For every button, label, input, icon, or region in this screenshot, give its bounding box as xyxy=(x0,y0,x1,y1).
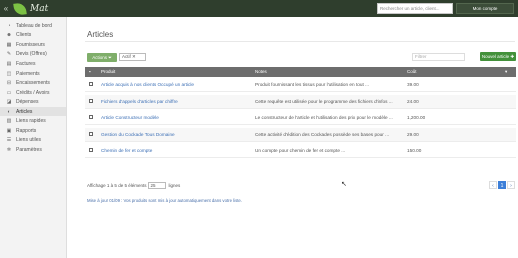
footer-note: Mise à jour 01/09 : Vos produits sont mi… xyxy=(87,198,243,203)
cost-cell: 39.00 xyxy=(407,82,419,87)
sidebar-item-paiements[interactable]: ◫ Paiements xyxy=(0,69,66,79)
column-header-product[interactable]: Produit xyxy=(101,67,115,77)
notes-cell: Cette activité d'édition des Cockades po… xyxy=(255,131,390,137)
table-row[interactable]: Article acquis à nos clients Occupé un a… xyxy=(85,78,516,92)
filter-input[interactable]: Filtrer xyxy=(412,53,465,61)
link-icon: ▥ xyxy=(6,118,12,125)
cost-cell: 1,200.00 xyxy=(407,115,426,120)
collapse-sidebar-button[interactable]: « xyxy=(0,0,12,17)
per-page-suffix: lignes xyxy=(168,183,181,188)
column-header-notes[interactable]: Notes xyxy=(255,67,267,77)
sidebar-item-articles[interactable]: ◐ Articles xyxy=(0,106,66,117)
sidebar-item-d-penses[interactable]: ◪ Dépenses xyxy=(0,97,66,107)
column-header-cost[interactable]: Coût xyxy=(407,67,417,77)
sidebar-item-label: Paramètres xyxy=(16,146,42,153)
table-row[interactable]: Article Constructeur modèle Le constructe… xyxy=(85,111,516,125)
table-row[interactable]: Fichiers d'appels d'articles par chiffre… xyxy=(85,94,516,109)
notes-cell: Le constructeur de l'article et l'utilis… xyxy=(255,115,393,120)
sidebar-item-label: Articles xyxy=(16,108,33,115)
sidebar-item-fournisseurs[interactable]: ▦ Fournisseurs xyxy=(0,40,66,50)
sidebar-item-cr-dits-avoirs[interactable]: ▭ Crédits / Avoirs xyxy=(0,88,66,98)
app-logo[interactable]: Mat xyxy=(13,1,49,16)
cash-icon: ⊟ xyxy=(6,80,12,87)
credit-icon: ▭ xyxy=(6,89,12,96)
product-link[interactable]: Chemin de fer et compte xyxy=(101,144,152,158)
sidebar-item-label: Paiements xyxy=(16,70,40,77)
sidebar-item-clients[interactable]: ☻ Clients xyxy=(0,31,66,41)
pager-next-button[interactable]: › xyxy=(507,181,515,189)
select-all-checkbox[interactable]: ▪ xyxy=(89,67,91,77)
quote-icon: ✎ xyxy=(6,51,12,58)
top-bar: « Mat Rechercher un article, client... M… xyxy=(0,0,518,17)
actions-button[interactable]: Actions ⏷ xyxy=(87,53,117,62)
sidebar-item-label: Liens utiles xyxy=(16,137,42,144)
sidebar-item-liens-rapides[interactable]: ▥ Liens rapides xyxy=(0,116,66,126)
leaf-logo-icon xyxy=(13,1,27,16)
notes-cell: Produit fournissant les tissus pour l'ut… xyxy=(255,82,369,87)
user-menu-button[interactable]: Mon compte xyxy=(456,3,514,14)
sidebar-item-param-tres[interactable]: ✲ Paramètres xyxy=(0,145,66,155)
active-filter-tag[interactable]: Actif ✕ xyxy=(119,53,146,61)
row-checkbox[interactable] xyxy=(89,115,93,119)
pagination: ‹ 1 › xyxy=(488,181,515,189)
cost-cell: 29.00 xyxy=(407,131,419,137)
app-name: Mat xyxy=(30,3,49,14)
sidebar-item-devis-offres[interactable]: ✎ Devis (Offres) xyxy=(0,50,66,60)
main-content: Articles Actions ⏷ Actif ✕ Filtrer Nouve… xyxy=(67,17,518,258)
row-checkbox[interactable] xyxy=(89,82,93,86)
notes-cell: Cette requête est utilisée pour le progr… xyxy=(255,98,393,104)
sidebar-item-encaissements[interactable]: ⊟ Encaissements xyxy=(0,78,66,88)
sidebar-item-label: Fournisseurs xyxy=(16,41,45,48)
payment-icon: ◫ xyxy=(6,70,12,77)
sidebar-item-label: Rapports xyxy=(16,127,37,134)
column-menu-icon[interactable]: ▾ xyxy=(505,67,507,77)
sidebar-item-label: Encaissements xyxy=(16,80,50,87)
row-checkbox[interactable] xyxy=(89,148,93,152)
sidebar: ◔ Tableau de bord ☻ Clients ▦ Fournisseurs ✎ De… xyxy=(0,17,67,258)
per-page-select[interactable]: 25 xyxy=(148,182,167,189)
sidebar-item-label: Clients xyxy=(16,32,32,39)
product-link[interactable]: Gestion du Cockade Tous Domaine xyxy=(101,128,175,142)
pager-prev-button[interactable]: ‹ xyxy=(489,181,497,189)
list-icon: ☰ xyxy=(6,137,12,144)
table-row[interactable]: Chemin de fer et compte Un compte pour ch… xyxy=(85,144,516,158)
page-title: Articles xyxy=(87,30,114,39)
invoice-icon: ▤ xyxy=(6,60,12,67)
product-link[interactable]: Fichiers d'appels d'articles par chiffre xyxy=(101,95,178,109)
report-icon: ▣ xyxy=(6,127,12,134)
cost-cell: 150.00 xyxy=(407,148,422,153)
app-window: « Mat Rechercher un article, client... M… xyxy=(0,0,518,258)
tag-icon: ◐ xyxy=(7,108,11,115)
sidebar-item-liens-utiles[interactable]: ☰ Liens utiles xyxy=(0,136,66,146)
sidebar-item-label: Tableau de bord xyxy=(16,22,52,29)
cost-cell: 24.00 xyxy=(407,98,419,104)
table-row[interactable]: Gestion du Cockade Tous Domaine Cette act… xyxy=(85,127,516,142)
expense-icon: ◪ xyxy=(6,99,12,106)
title-divider xyxy=(85,41,515,42)
sidebar-item-tableau-de-bord[interactable]: ◔ Tableau de bord xyxy=(0,21,66,31)
sidebar-item-label: Factures xyxy=(16,60,36,67)
global-search-input[interactable]: Rechercher un article, client... xyxy=(377,3,453,14)
table-header: ▪ Produit Notes Coût ▾ xyxy=(85,67,516,77)
new-article-button[interactable]: Nouvel article ✚ xyxy=(480,52,516,61)
sidebar-item-label: Dépenses xyxy=(16,99,39,106)
sidebar-item-label: Liens rapides xyxy=(16,118,46,125)
dashboard-icon: ◔ xyxy=(7,22,11,29)
pagination-summary: Affichage 1 à 5 de 5 éléments 25 lignes xyxy=(87,182,180,189)
mouse-cursor-icon: ↖ xyxy=(341,181,347,188)
gear-icon: ✲ xyxy=(6,146,12,153)
sidebar-item-label: Crédits / Avoirs xyxy=(16,89,50,96)
sidebar-item-rapports[interactable]: ▣ Rapports xyxy=(0,126,66,136)
users-icon: ☻ xyxy=(6,32,12,39)
sidebar-item-factures[interactable]: ▤ Factures xyxy=(0,59,66,69)
sidebar-item-label: Devis (Offres) xyxy=(16,51,47,58)
row-checkbox[interactable] xyxy=(89,131,93,136)
product-link[interactable]: Article Constructeur modèle xyxy=(101,111,159,125)
pager-page-1[interactable]: 1 xyxy=(498,181,506,189)
showing-text: Affichage 1 à 5 de 5 éléments xyxy=(87,183,147,188)
notes-cell: Un compte pour chemin de fer et compte .… xyxy=(255,148,346,153)
row-checkbox[interactable] xyxy=(89,98,93,103)
building-icon: ▦ xyxy=(6,41,12,48)
product-link[interactable]: Article acquis à nos clients Occupé un a… xyxy=(101,78,194,92)
